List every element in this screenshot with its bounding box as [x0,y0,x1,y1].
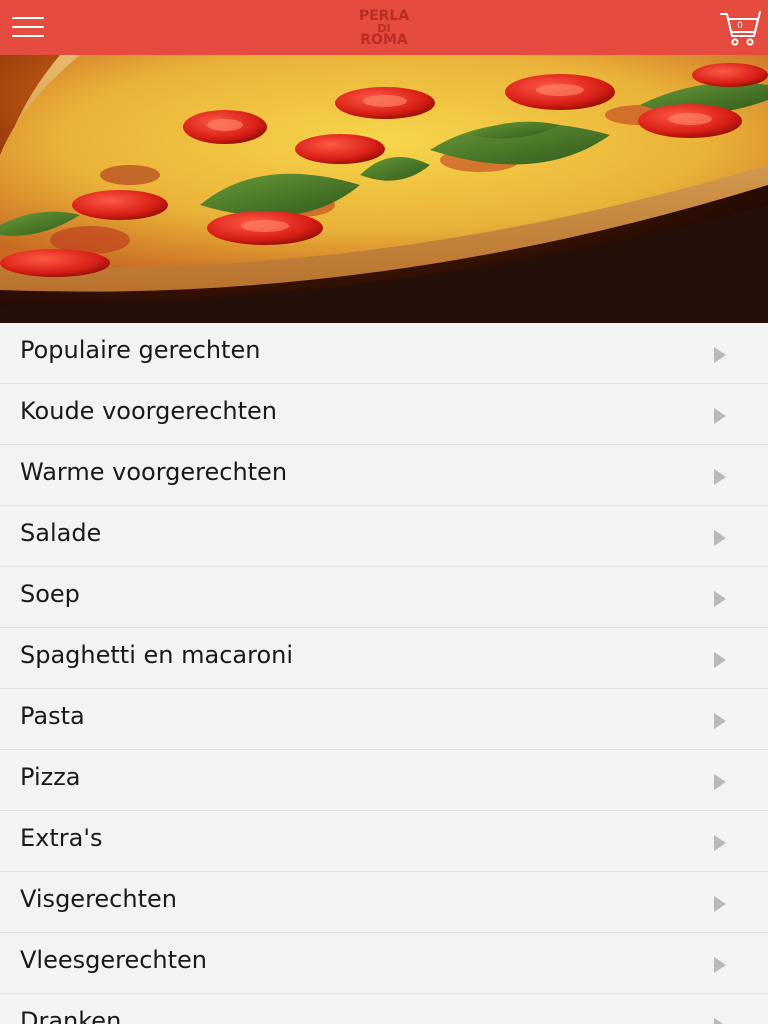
category-label: Vleesgerechten [20,946,208,974]
hero-pizza-image [0,55,768,323]
app-screen: PERLA DI ROMA 0 Populaire gerechten Koud… [0,0,768,1024]
menu-line [12,17,44,19]
brand-logo[interactable]: PERLA DI ROMA [344,6,424,50]
category-label: Koude voorgerechten [20,397,277,425]
category-label: Populaire gerechten [20,336,261,364]
category-label: Visgerechten [20,885,177,913]
category-label: Extra's [20,824,103,852]
top-header-bar: PERLA DI ROMA 0 [0,0,768,55]
category-row[interactable]: Visgerechten [0,872,768,933]
category-row[interactable]: Dranken [0,994,768,1024]
category-label: Salade [20,519,102,547]
pizza-illustration [0,55,768,323]
category-label: Pasta [20,702,85,730]
category-row[interactable]: Salade [0,506,768,567]
category-row[interactable]: Soep [0,567,768,628]
category-label: Dranken [20,1007,122,1024]
category-row[interactable]: Koude voorgerechten [0,384,768,445]
logo-line-perla: PERLA [358,7,410,24]
chevron-right-icon [714,896,726,912]
chevron-right-icon [714,347,726,363]
category-row[interactable]: Pizza [0,750,768,811]
category-row[interactable]: Vleesgerechten [0,933,768,994]
category-label: Warme voorgerechten [20,458,288,486]
cart-count-badge: 0 [737,21,743,31]
shopping-cart-button[interactable]: 0 [718,8,764,48]
category-label: Soep [20,580,80,608]
chevron-right-icon [714,713,726,729]
menu-line [12,26,44,28]
chevron-right-icon [714,774,726,790]
logo-line-roma: ROMA [360,31,408,48]
menu-line [12,35,44,37]
chevron-right-icon [714,469,726,485]
menu-category-list: Populaire gerechten Koude voorgerechten Wa… [0,323,768,1024]
chevron-right-icon [714,957,726,973]
chevron-right-icon [714,1018,726,1024]
category-label: Pizza [20,763,81,791]
chevron-right-icon [714,652,726,668]
category-row[interactable]: Warme voorgerechten [0,445,768,506]
category-row[interactable]: Spaghetti en macaroni [0,628,768,689]
category-row[interactable]: Extra's [0,811,768,872]
category-label: Spaghetti en macaroni [20,641,293,669]
category-row[interactable]: Pasta [0,689,768,750]
chevron-right-icon [714,591,726,607]
chevron-right-icon [714,408,726,424]
category-row[interactable]: Populaire gerechten [0,323,768,384]
chevron-right-icon [714,835,726,851]
hamburger-menu-icon[interactable] [12,14,44,40]
chevron-right-icon [714,530,726,546]
